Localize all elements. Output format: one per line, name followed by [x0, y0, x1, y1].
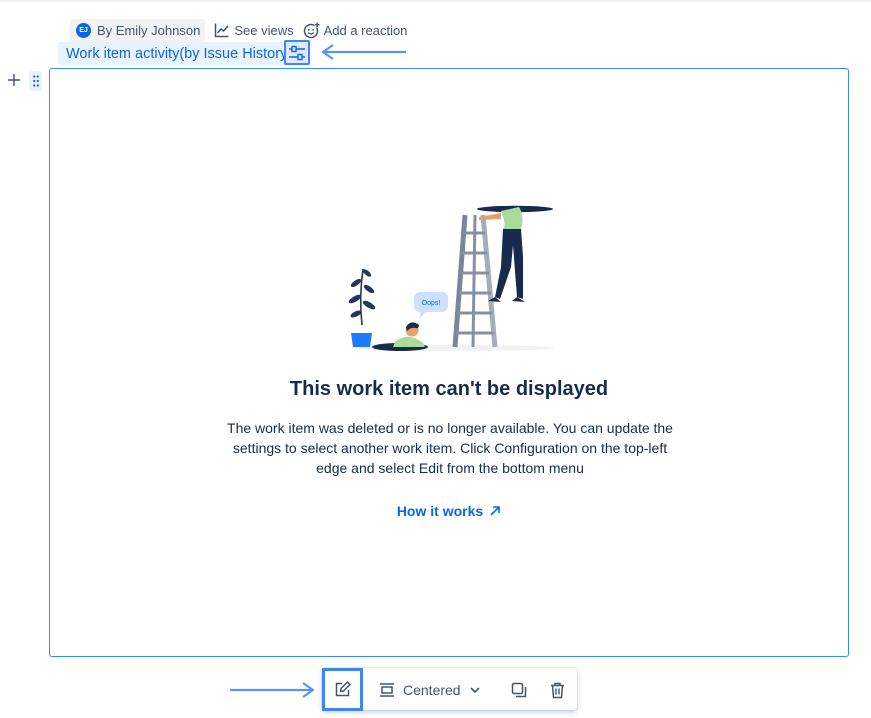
empty-state-illustration: Oops! — [348, 205, 555, 351]
empty-state-title: This work item can't be displayed — [289, 378, 609, 400]
author-chip[interactable]: EJ By Emily Johnson — [70, 18, 206, 42]
copy-icon — [511, 682, 527, 698]
insert-button[interactable] — [6, 72, 22, 88]
chart-line-icon — [215, 23, 229, 38]
delete-button[interactable] — [547, 680, 567, 700]
add-reaction-button[interactable]: Add a reaction — [303, 21, 408, 39]
external-arrow-icon — [490, 506, 500, 516]
author-name: By Emily Johnson — [97, 22, 201, 38]
configuration-button[interactable] — [284, 40, 310, 65]
page-byline: EJ By Emily Johnson See views Add a reac… — [70, 18, 407, 42]
layout-dropdown[interactable]: Centered — [379, 678, 481, 702]
work-item-macro[interactable] — [49, 68, 849, 657]
trash-icon — [550, 682, 564, 698]
annotation-arrow-edit — [230, 682, 315, 698]
plus-icon — [8, 74, 20, 86]
emoji-add-icon — [303, 21, 320, 38]
add-reaction-label: Add a reaction — [323, 22, 408, 38]
top-divider — [0, 0, 871, 2]
align-center-icon — [380, 683, 394, 697]
see-views-label: See views — [234, 22, 294, 38]
see-views-button[interactable]: See views — [214, 22, 294, 38]
how-it-works-label: How it works — [396, 503, 484, 519]
copy-button[interactable] — [509, 680, 529, 700]
how-it-works-link[interactable]: How it works — [49, 503, 849, 519]
macro-title-text: Work item activity(by Issue History — [66, 45, 288, 62]
chevron-down-icon — [470, 687, 480, 694]
edit-button[interactable] — [322, 668, 363, 711]
edit-icon — [335, 681, 351, 697]
drag-handle[interactable] — [29, 71, 42, 91]
annotation-arrow-config — [321, 44, 406, 60]
drag-handle-icon — [32, 75, 39, 87]
macro-title[interactable]: Work item activity(by Issue History — [58, 42, 290, 65]
avatar: EJ — [76, 22, 91, 38]
sliders-icon — [289, 45, 305, 60]
empty-state-description: The work item was deleted or is no longe… — [227, 420, 673, 476]
layout-label: Centered — [403, 682, 461, 698]
speech-bubble-text: Oops! — [422, 300, 441, 307]
